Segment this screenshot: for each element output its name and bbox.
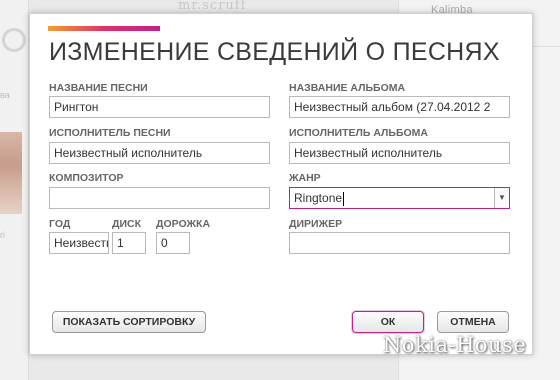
- genre-value: Ringtone: [294, 191, 343, 205]
- background-left-text: ri: [0, 230, 5, 240]
- cancel-button[interactable]: ОТМЕНА: [437, 311, 509, 333]
- background-artist-text: mr.scruff: [178, 0, 247, 13]
- year-input[interactable]: Неизвестно: [49, 232, 109, 254]
- song-artist-label: ИСПОЛНИТЕЛЬ ПЕСНИ: [49, 127, 171, 139]
- track-label: ДОРОЖКА: [156, 218, 211, 230]
- album-artist-label: ИСПОЛНИТЕЛЬ АЛЬБОМА: [289, 127, 428, 139]
- show-sort-button[interactable]: ПОКАЗАТЬ СОРТИРОВКУ: [52, 311, 206, 333]
- chevron-down-icon[interactable]: ▼: [494, 188, 509, 208]
- genre-label: ЖАНР: [289, 172, 321, 184]
- disc-label: ДИСК: [112, 218, 142, 230]
- settings-gear-icon: [2, 28, 26, 52]
- edit-song-info-dialog: ИЗМЕНЕНИЕ СВЕДЕНИЙ О ПЕСНЯХ НАЗВАНИЕ ПЕС…: [29, 13, 533, 355]
- background-left-pane: ва ri: [0, 0, 29, 380]
- conductor-input[interactable]: [289, 232, 510, 254]
- dialog-title: ИЗМЕНЕНИЕ СВЕДЕНИЙ О ПЕСНЯХ: [49, 38, 500, 66]
- album-title-input[interactable]: Неизвестный альбом (27.04.2012 2: [289, 96, 510, 118]
- watermark: Nokia-House: [383, 333, 527, 357]
- song-title-label: НАЗВАНИЕ ПЕСНИ: [49, 82, 148, 94]
- ok-button[interactable]: ОК: [352, 311, 424, 333]
- track-input[interactable]: 0: [156, 232, 190, 254]
- song-title-input[interactable]: Рингтон: [49, 96, 270, 118]
- text-caret: [343, 191, 345, 206]
- background-left-text: ва: [0, 90, 10, 100]
- year-label: ГОД: [49, 218, 71, 230]
- accent-bar: [48, 26, 160, 31]
- album-title-label: НАЗВАНИЕ АЛЬБОМА: [289, 82, 406, 94]
- album-artist-input[interactable]: Неизвестный исполнитель: [289, 142, 510, 164]
- composer-input[interactable]: [49, 187, 270, 209]
- album-art-thumbnail: [0, 132, 22, 214]
- composer-label: КОМПОЗИТОР: [49, 172, 124, 184]
- conductor-label: ДИРИЖЕР: [289, 218, 343, 230]
- disc-input[interactable]: 1: [112, 232, 146, 254]
- song-artist-input[interactable]: Неизвестный исполнитель: [49, 142, 270, 164]
- genre-combobox[interactable]: Ringtone ▼: [289, 187, 510, 209]
